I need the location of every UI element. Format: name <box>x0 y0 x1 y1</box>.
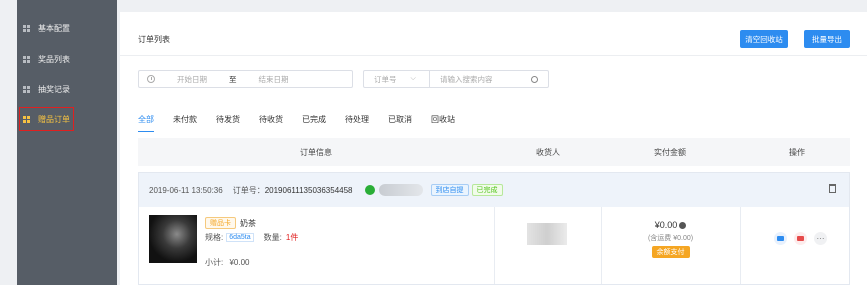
pickup-tag: 到店自提 <box>430 184 469 196</box>
date-separator: 至 <box>229 74 237 84</box>
search-field-label: 订单号 <box>374 74 397 84</box>
sidebar-item-lottery-records[interactable]: 抽奖记录 <box>17 77 117 101</box>
end-date-input[interactable]: 结束日期 <box>259 74 289 85</box>
subtotal-value: ¥0.00 <box>229 258 250 267</box>
order-time: 2019-06-11 13:50:36 <box>149 185 223 195</box>
search-input[interactable]: 请输入搜索内容 <box>440 74 531 85</box>
column-receiver: 收货人 <box>536 147 560 157</box>
info-icon[interactable] <box>679 221 687 229</box>
page-header: 订单列表 清空回收站 批量导出 <box>120 26 867 56</box>
column-amount: 实付金额 <box>654 147 686 157</box>
status-badge: 已完成 <box>471 184 503 196</box>
clock-icon <box>147 75 155 83</box>
sidebar-item-gift-orders[interactable]: 赠品订单 <box>19 107 74 131</box>
trash-icon[interactable] <box>829 184 836 193</box>
payment-method-tag: 余额支付 <box>651 246 690 258</box>
print-icon[interactable] <box>774 232 787 245</box>
search-group: 订单号 ⌵ 请输入搜索内容 <box>363 70 549 88</box>
subtotal-label: 小计: <box>205 258 224 267</box>
order-tabs: 全部 未付款 待发货 待收货 已完成 待处理 已取消 回收站 <box>138 114 474 132</box>
tab-pending[interactable]: 待处理 <box>345 114 369 132</box>
qty-label: 数量: <box>263 233 282 242</box>
page-title: 订单列表 <box>138 35 170 44</box>
sidebar-item-label: 抽奖记录 <box>38 84 70 94</box>
order-header: 2019-06-11 13:50:36 订单号： 201906111350363… <box>139 173 849 207</box>
sidebar-item-label: 奖品列表 <box>38 54 70 64</box>
grid-icon <box>23 85 30 93</box>
start-date-input[interactable]: 开始日期 <box>177 74 207 85</box>
tab-all[interactable]: 全部 <box>138 114 154 132</box>
sidebar: 基本配置 奖品列表 抽奖记录 赠品订单 <box>17 0 117 285</box>
tab-to-ship[interactable]: 待发货 <box>216 114 240 132</box>
gift-card-tag: 赠品卡 <box>205 217 236 229</box>
order-no-label: 订单号： <box>232 185 265 195</box>
more-icon[interactable]: ··· <box>814 232 827 245</box>
grid-icon <box>23 115 30 123</box>
column-actions: 操作 <box>789 147 805 157</box>
grid-icon <box>23 55 30 63</box>
order-number: 20190611135036354458 <box>264 185 353 195</box>
receiver-info <box>527 223 567 245</box>
amount-note: (含运费 ¥0.00) <box>647 235 694 242</box>
sidebar-item-prize-list[interactable]: 奖品列表 <box>17 47 117 71</box>
wechat-icon <box>364 185 375 195</box>
buyer-avatar <box>378 184 423 196</box>
product-name: 奶茶 <box>240 218 256 228</box>
tab-unpaid[interactable]: 未付款 <box>173 114 197 132</box>
sidebar-item-label: 赠品订单 <box>38 114 70 124</box>
qty-value: 1件 <box>285 233 299 242</box>
clear-recycle-button[interactable]: 清空回收站 <box>740 30 788 48</box>
product-image <box>149 215 197 263</box>
amount-cell: ¥0.00 (含运费 ¥0.00) 余额支付 <box>601 220 740 258</box>
batch-export-button[interactable]: 批量导出 <box>804 30 850 48</box>
search-icon[interactable] <box>531 75 538 83</box>
tab-to-receive[interactable]: 待收货 <box>259 114 283 132</box>
amount-value: ¥0.00 <box>654 220 678 230</box>
sidebar-item-basic-config[interactable]: 基本配置 <box>17 16 117 40</box>
table-header: 订单信息 收货人 实付金额 操作 <box>138 138 850 166</box>
search-field-select[interactable]: 订单号 ⌵ <box>364 71 430 87</box>
tab-completed[interactable]: 已完成 <box>302 114 326 132</box>
spec-label: 规格: <box>205 233 224 242</box>
chevron-down-icon: ⌵ <box>410 75 416 82</box>
order-body: 赠品卡 奶茶 规格: 6da5ta 数量: 1件 小计: ¥0.00 ¥0.00 <box>139 207 849 284</box>
product-info: 赠品卡 奶茶 规格: 6da5ta 数量: 1件 小计: ¥0.00 <box>205 217 298 268</box>
tab-cancelled[interactable]: 已取消 <box>388 114 412 132</box>
sidebar-item-label: 基本配置 <box>38 23 70 33</box>
grid-icon <box>23 24 30 32</box>
tab-recycle-bin[interactable]: 回收站 <box>431 114 455 132</box>
date-range-picker[interactable]: 开始日期 至 结束日期 <box>138 70 353 88</box>
order-card: 2019-06-11 13:50:36 订单号： 201906111350363… <box>138 172 850 285</box>
main-panel: 订单列表 清空回收站 批量导出 开始日期 至 结束日期 订单号 ⌵ 请输入搜索内… <box>120 12 867 285</box>
message-icon[interactable] <box>794 232 807 245</box>
spec-value: 6da5ta <box>226 233 254 242</box>
column-order-info: 订单信息 <box>300 147 332 157</box>
